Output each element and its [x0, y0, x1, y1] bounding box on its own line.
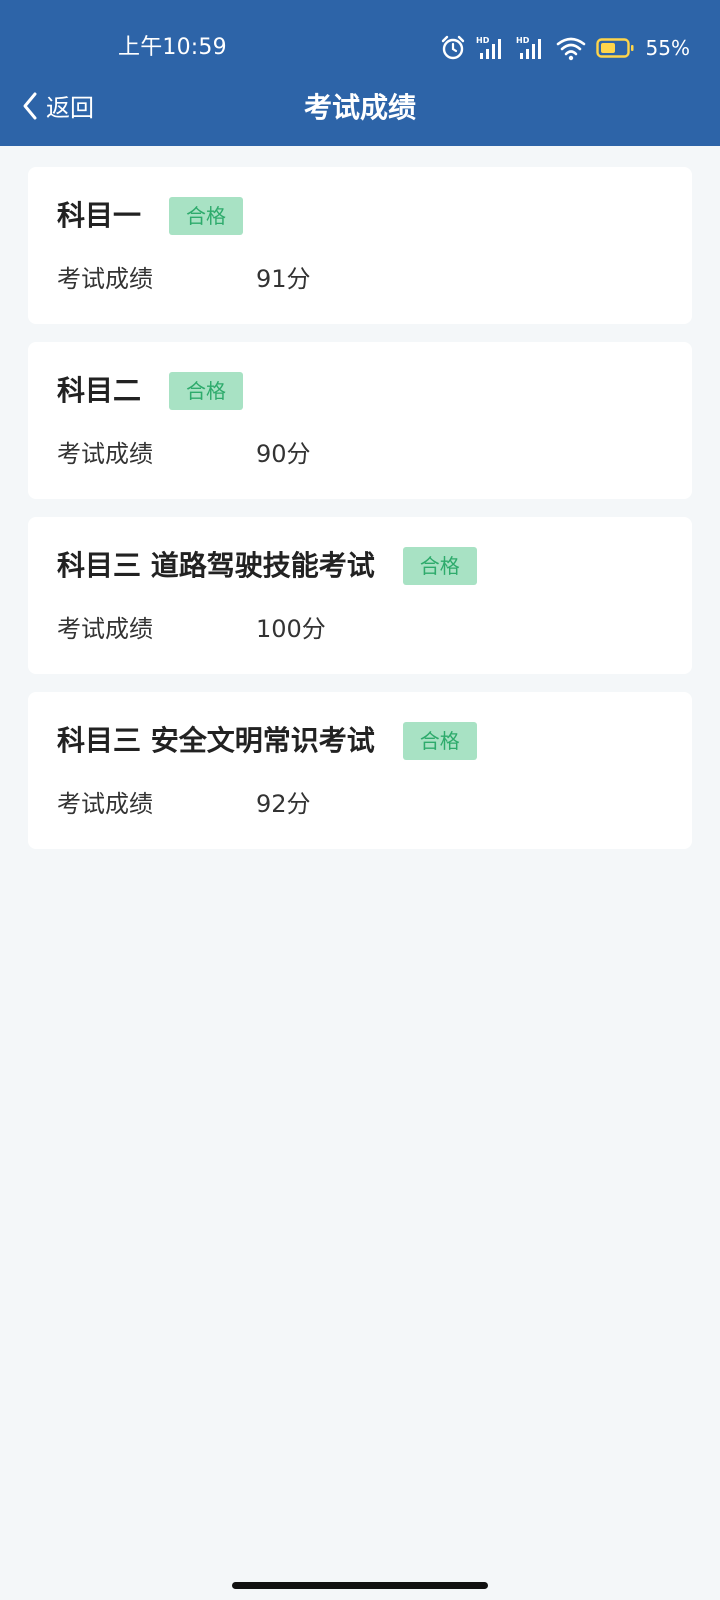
- score-label: 考试成绩: [57, 790, 153, 818]
- exam-list: 科目一 合格 考试成绩 91分 科目二 合格 考试成绩 90分 科目三 道路驾驶…: [28, 167, 692, 867]
- score-value: 91分: [256, 265, 311, 293]
- score-value: 90分: [256, 440, 311, 468]
- battery-percent: 55%: [645, 36, 690, 60]
- score-value: 92分: [256, 790, 311, 818]
- exam-card: 科目二 合格 考试成绩 90分: [28, 342, 692, 499]
- exam-title-row: 科目三 安全文明常识考试 合格: [57, 722, 477, 760]
- score-value: 100分: [256, 615, 326, 643]
- app-header: 上午10:59 HD HD 55% 返回 考试成绩: [0, 0, 720, 146]
- exam-subject: 科目三 安全文明常识考试: [57, 724, 375, 757]
- pass-badge: 合格: [402, 722, 477, 760]
- wifi-icon: [556, 35, 586, 61]
- status-time: 上午10:59: [118, 35, 227, 60]
- svg-text:HD: HD: [476, 36, 490, 45]
- status-icons: HD HD 55%: [440, 34, 690, 62]
- hd-signal-icon: HD: [476, 35, 506, 61]
- pass-badge: 合格: [169, 197, 244, 235]
- exam-title-row: 科目一 合格: [57, 197, 244, 235]
- exam-title-row: 科目二 合格: [57, 372, 244, 410]
- score-row: 考试成绩 100分: [57, 612, 326, 646]
- exam-title-row: 科目三 道路驾驶技能考试 合格: [57, 547, 477, 585]
- score-row: 考试成绩 90分: [57, 437, 311, 471]
- page-title: 考试成绩: [303, 91, 416, 124]
- exam-subject: 科目二: [57, 374, 142, 407]
- exam-subject: 科目三 道路驾驶技能考试: [57, 549, 375, 582]
- score-label: 考试成绩: [57, 440, 153, 468]
- pass-badge: 合格: [402, 547, 477, 585]
- exam-subject: 科目一: [57, 199, 142, 232]
- svg-text:HD: HD: [516, 36, 530, 45]
- score-row: 考试成绩 92分: [57, 787, 311, 821]
- exam-card: 科目一 合格 考试成绩 91分: [28, 167, 692, 324]
- alarm-icon: [440, 35, 466, 61]
- hd-signal-icon: HD: [516, 35, 546, 61]
- pass-badge: 合格: [169, 372, 244, 410]
- score-label: 考试成绩: [57, 265, 153, 293]
- battery-icon: [595, 37, 634, 59]
- score-row: 考试成绩 91分: [57, 262, 311, 296]
- exam-card: 科目三 道路驾驶技能考试 合格 考试成绩 100分: [28, 517, 692, 674]
- exam-card: 科目三 安全文明常识考试 合格 考试成绩 92分: [28, 692, 692, 849]
- home-indicator[interactable]: [232, 1582, 488, 1589]
- score-label: 考试成绩: [57, 615, 153, 643]
